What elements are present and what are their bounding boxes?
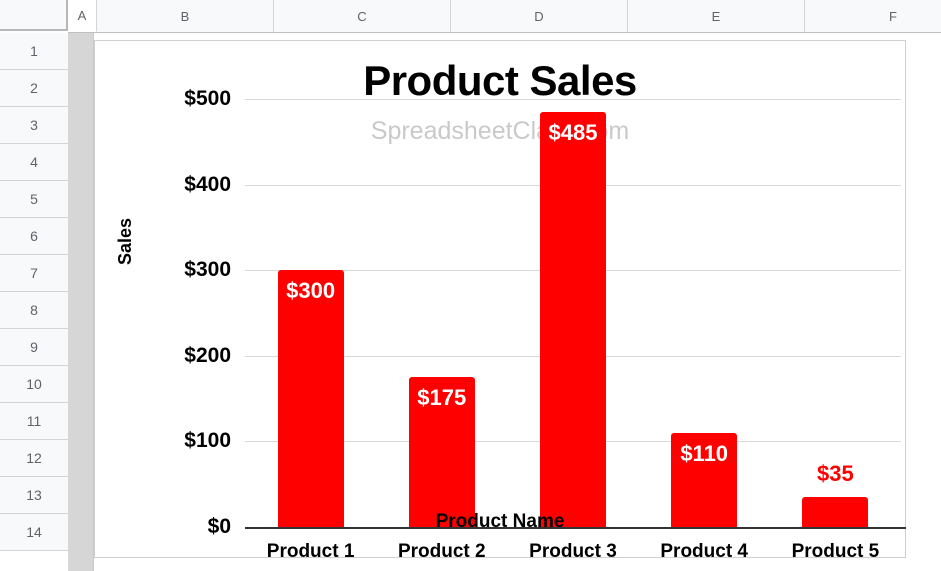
column-header-bar: ABCDEF [68,0,941,33]
column-header-f[interactable]: F [805,0,941,32]
row-header-7[interactable]: 7 [0,255,68,292]
select-all-corner[interactable] [0,0,68,31]
y-axis-tick-label: $100 [184,429,231,453]
x-axis-tick-label: Product 1 [266,541,355,562]
chart-object[interactable]: Product Sales SpreadsheetClass.com Sales… [94,40,906,562]
x-axis-tick-label: Product 3 [529,541,617,562]
row-header-bar: 1 2 3 4 5 6 7 8 9 10 11 12 13 14 [0,33,68,571]
x-axis-title: Product Name [435,511,565,532]
bar-value-label: $35 [817,461,854,487]
bar-value-label: $300 [286,278,336,304]
row-header-13[interactable]: 13 [0,477,68,514]
bar[interactable] [277,270,344,527]
column-header-c[interactable]: C [274,0,451,32]
row-header-3[interactable]: 3 [0,107,68,144]
row-header-11[interactable]: 11 [0,403,68,440]
y-axis-tick-label: $500 [184,87,231,110]
y-axis-tick-label: $300 [184,258,231,282]
column-header-e[interactable]: E [628,0,805,32]
column-header-d[interactable]: D [451,0,628,32]
column-a-strip[interactable] [68,33,94,571]
row-header-8[interactable]: 8 [0,292,68,329]
row-header-2[interactable]: 2 [0,70,68,107]
row-header-14[interactable]: 14 [0,514,68,551]
y-axis-tick-label: $200 [184,343,231,367]
x-axis-tick-label: Product 2 [397,541,486,562]
bar[interactable] [540,111,606,527]
column-header-b[interactable]: B [97,0,274,32]
row-header-10[interactable]: 10 [0,366,68,403]
x-axis-tick-label: Product 5 [791,541,880,562]
row-header-12[interactable]: 12 [0,440,68,477]
bar-value-label: $110 [680,440,729,466]
row-header-4[interactable]: 4 [0,144,68,181]
row-header-5[interactable]: 5 [0,181,68,218]
spreadsheet-app: ABCDEF 1 2 3 4 5 6 7 8 9 10 11 12 13 14 Product Sales… [0,0,941,571]
gridline [245,99,901,100]
bar-value-label: $485 [548,119,598,145]
row-header-9[interactable]: 9 [0,329,68,366]
row-header-6[interactable]: 6 [0,218,68,255]
plot-area: $0 $100 $200 $300 $400 $500 $300 Product 1 $175 P… [184,87,906,562]
x-axis-tick-label: Product 4 [660,541,748,562]
column-header-a[interactable]: A [68,0,97,32]
y-axis-tick-label: $400 [184,172,231,196]
bar-value-label: $175 [417,385,467,411]
row-header-1[interactable]: 1 [0,33,68,70]
